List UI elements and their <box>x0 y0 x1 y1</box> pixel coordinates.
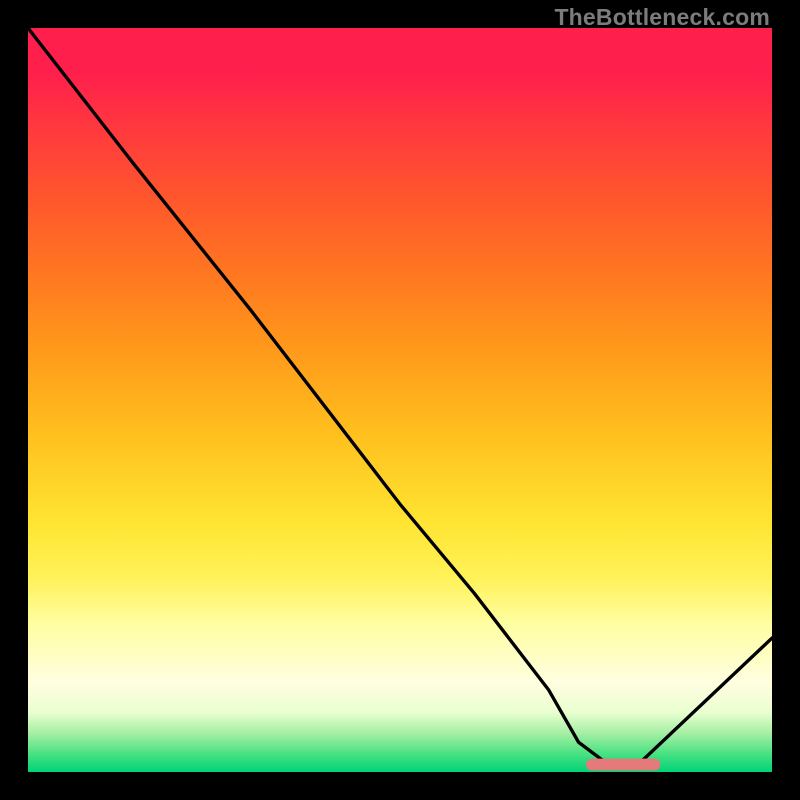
optimal-range-marker <box>28 28 772 772</box>
plot-area <box>28 28 772 772</box>
watermark-label: TheBottleneck.com <box>554 4 770 31</box>
chart-frame: TheBottleneck.com <box>0 0 800 800</box>
